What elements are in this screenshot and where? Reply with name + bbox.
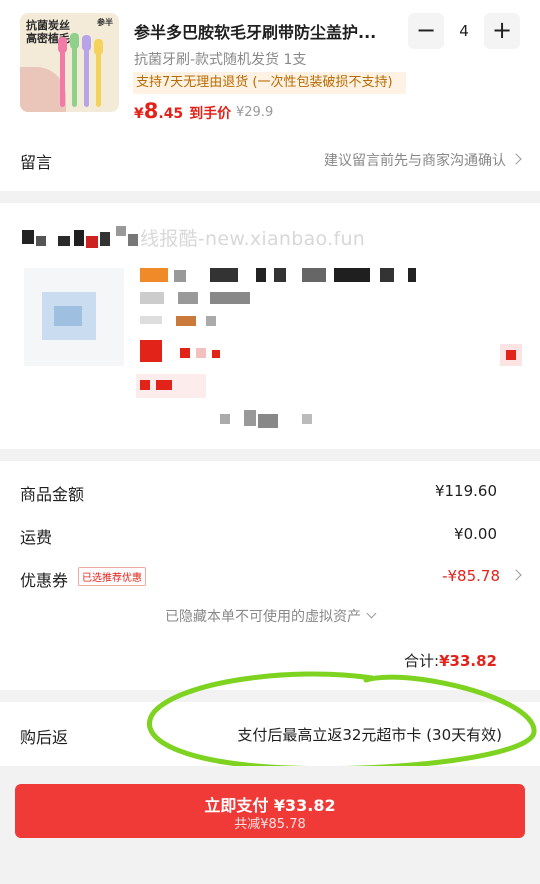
section-divider [0, 191, 540, 203]
goods-amount-label: 商品金额 [20, 485, 85, 504]
price-label: 到手价 [189, 106, 232, 122]
product-spec[interactable]: 抗菌牙刷-款式随机发货 1支 [134, 49, 306, 69]
hidden-assets-note: 已隐藏本单不可使用的虚拟资产 [165, 609, 361, 625]
decrease-button[interactable]: − [408, 13, 444, 49]
hidden-assets-toggle[interactable]: 已隐藏本单不可使用的虚拟资产 [0, 606, 540, 626]
pay-discount-label: 共减¥85.78 [234, 816, 306, 832]
product-title[interactable]: 参半多巴胺软毛牙刷带防尘盖护... [134, 19, 396, 43]
brush-purple [84, 47, 89, 107]
brush-pink [60, 49, 65, 107]
coupon-value: -¥85.78 [442, 567, 500, 585]
thumb-brand: 参半 [97, 18, 113, 27]
message-label: 留言 [20, 153, 53, 172]
watermark: 线报酷-new.xianbao.fun [140, 228, 366, 250]
original-price: ¥29.9 [236, 105, 274, 120]
pay-now-label: 立即支付 ¥33.82 [204, 795, 336, 815]
rebate-label: 购后返 [20, 728, 69, 747]
price-integer: 8 [143, 99, 159, 123]
chevron-right-icon [510, 569, 522, 581]
product-thumbnail[interactable]: 抗菌炭丝 高密植毛 参半 [20, 13, 119, 112]
section-divider [0, 449, 540, 461]
pay-now-button[interactable]: 立即支付 ¥33.82 共减¥85.78 [15, 784, 525, 838]
quantity-stepper: − 4 + [408, 13, 520, 49]
price-decimal: .45 [158, 106, 184, 122]
increase-button[interactable]: + [484, 13, 520, 49]
return-policy-badge: 支持7天无理由退货 (一次性包装破损不支持) [133, 72, 406, 94]
shipping-value: ¥0.00 [454, 525, 497, 543]
shipping-label: 运费 [20, 528, 53, 547]
coupon-badge: 已选推荐优惠 [78, 567, 146, 586]
final-price: ¥8.45 到手价 [134, 99, 231, 123]
goods-amount-value: ¥119.60 [434, 482, 497, 500]
brush-green [72, 45, 77, 107]
chevron-down-icon [366, 608, 377, 619]
brush-yellow [96, 51, 101, 107]
message-row[interactable]: 建议留言前先与商家沟通确认 [324, 150, 522, 170]
coupon-label: 优惠券 [20, 571, 69, 590]
coupon-row[interactable]: -¥85.78 [442, 567, 522, 585]
highlight-circle [146, 671, 537, 772]
thumb-tag-line1: 抗菌炭丝 [26, 19, 70, 32]
chevron-right-icon [510, 153, 522, 165]
quantity-value[interactable]: 4 [444, 13, 484, 49]
message-hint: 建议留言前先与商家沟通确认 [324, 153, 506, 169]
price-symbol: ¥ [134, 106, 144, 122]
